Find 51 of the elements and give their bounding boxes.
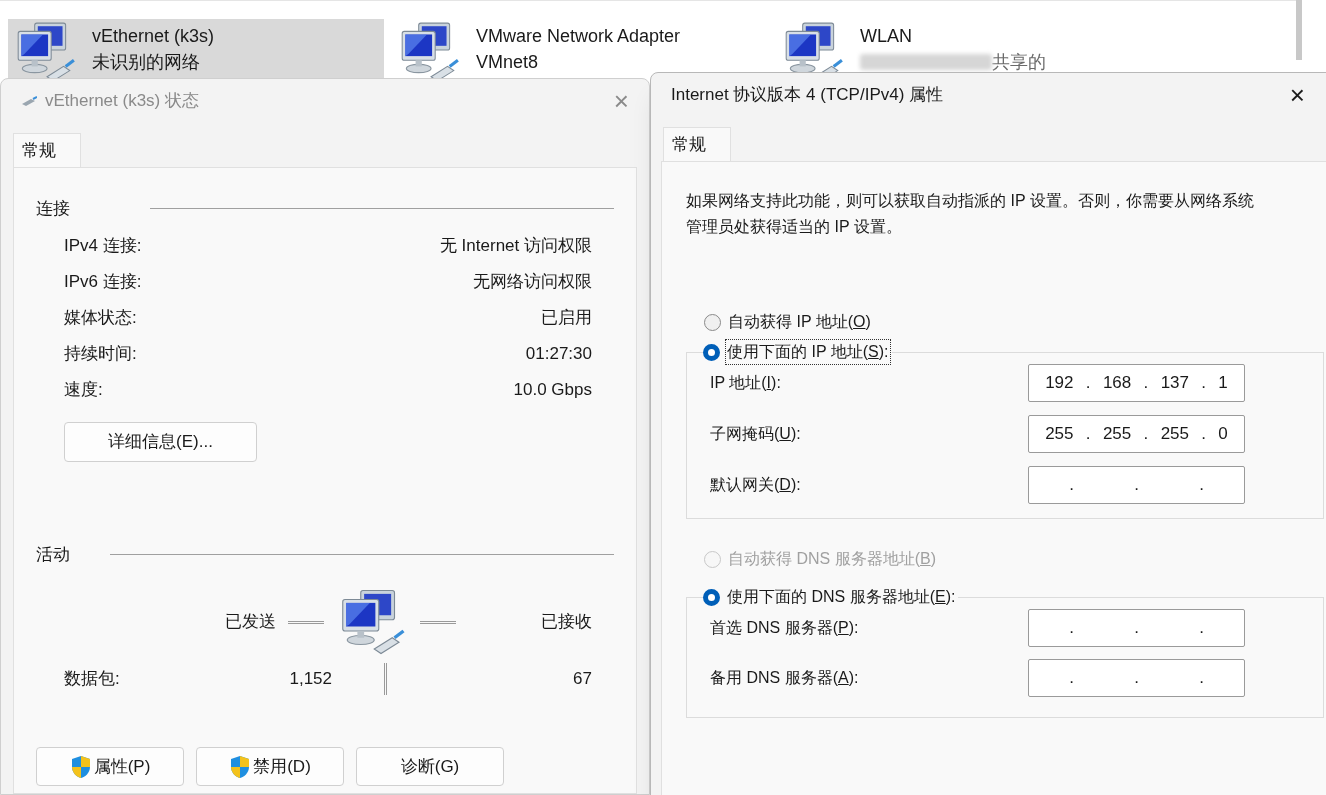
details-button[interactable]: 详细信息(E)... (64, 421, 257, 462)
adapter-item[interactable]: VMware Network Adapter VMnet8 (392, 19, 768, 79)
radio-button[interactable]: 使用下面的 IP 地址(S): (703, 340, 890, 364)
received-count: 67 (573, 668, 592, 691)
shield-icon (229, 754, 252, 779)
sent-label: 已发送 (225, 611, 276, 634)
packets-label: 数据包: (64, 668, 121, 691)
ip-address-field[interactable]: . . . (1028, 609, 1245, 647)
radio-button[interactable]: 使用下面的 DNS 服务器地址(E): (703, 585, 957, 609)
info-value: 无 Internet 访问权限 (439, 234, 592, 257)
info-label: 媒体状态: (64, 306, 137, 329)
adapter-status: 未识别的网络 (92, 51, 200, 74)
info-label: 速度: (64, 378, 103, 401)
adapter-item[interactable]: vEthernet (k3s) 未识别的网络 (8, 19, 384, 79)
received-label: 已接收 (541, 611, 592, 634)
close-button[interactable]: × (1289, 82, 1305, 108)
info-label: IPv4 连接: (64, 234, 142, 257)
info-value: 01:27:30 (525, 342, 592, 365)
window-title: vEthernet (k3s) 状态 (45, 90, 199, 113)
ip-address-field[interactable]: 192 . 168 . 137 . 1 (1028, 364, 1245, 402)
field-label: 子网掩码(U): (710, 424, 801, 444)
info-label: 持续时间: (64, 342, 137, 365)
adapter-name: WLAN (860, 25, 913, 48)
ip-address-field[interactable]: . . . (1028, 659, 1245, 697)
adapter-status: 共享的 (992, 51, 1046, 74)
adapter-name: vEthernet (k3s) (92, 25, 216, 48)
shield-icon (69, 754, 92, 779)
info-value: 已启用 (541, 306, 592, 329)
dialog-button[interactable]: 诊断(G) (356, 747, 504, 786)
info-value: 无网络访问权限 (473, 270, 592, 293)
field-label: IP 地址(I): (710, 373, 781, 393)
dialog-button[interactable]: 属性(P) (36, 747, 184, 786)
description-text: 如果网络支持此功能，则可以获取自动指派的 IP 设置。否则，你需要从网络系统管理员处获得适当的 IP 设置。 (686, 191, 1255, 237)
radio-button[interactable]: 自动获得 IP 地址(O) (704, 310, 1326, 334)
ip-address-field[interactable]: . . . (1028, 466, 1245, 504)
adapter-name: VMware Network Adapter VMnet8 (476, 25, 682, 74)
field-label: 首选 DNS 服务器(P): (710, 618, 859, 638)
sent-count: 1,152 (288, 668, 332, 691)
tab[interactable]: 常规 (663, 127, 731, 161)
scrollbar (1296, 0, 1302, 60)
window-title: Internet 协议版本 4 (TCP/IPv4) 属性 (671, 84, 944, 107)
network-cable-icon (21, 96, 37, 106)
dialog-button[interactable]: 禁用(D) (196, 747, 344, 786)
section-heading: 活动 (36, 543, 70, 566)
field-label: 默认网关(D): (710, 475, 801, 495)
info-label: IPv6 连接: (64, 270, 142, 293)
info-value: 10.0 Gbps (513, 378, 592, 401)
field-label: 备用 DNS 服务器(A): (710, 668, 859, 688)
ip-address-field[interactable]: 255 . 255 . 255 . 0 (1028, 415, 1245, 453)
tab[interactable]: 常规 (13, 133, 81, 167)
section-heading: 连接 (36, 198, 70, 220)
